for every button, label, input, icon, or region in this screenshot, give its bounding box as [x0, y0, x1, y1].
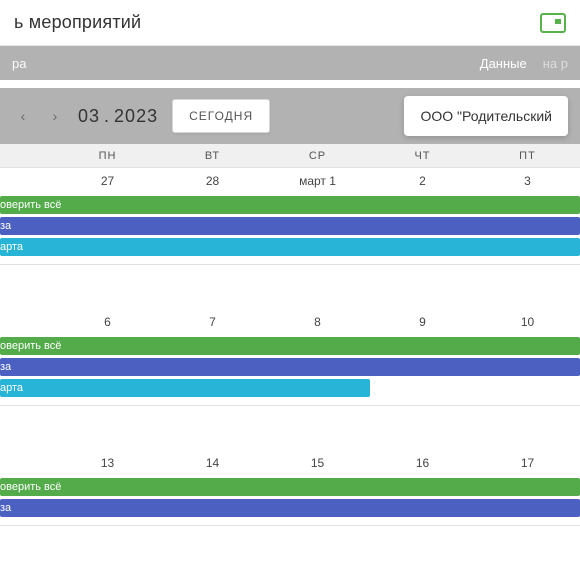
date-cell[interactable]: 27: [55, 174, 160, 188]
date-cell[interactable]: 14: [160, 456, 265, 470]
week-events: оверить всё за арта: [0, 194, 580, 264]
weekday-fri: ПТ: [475, 150, 580, 162]
calendar-week: 2021222324оверить всёза: [0, 525, 580, 580]
current-month-label[interactable]: 03.2023: [78, 106, 158, 127]
date-cell[interactable]: 9: [370, 315, 475, 329]
calendar-week: 678910 оверить всё за арта: [0, 264, 580, 405]
date-row: 1314151617: [0, 450, 580, 476]
calendar-event[interactable]: за: [0, 358, 580, 376]
calendar-event[interactable]: оверить всё: [0, 478, 580, 496]
calendar-week: 1314151617 оверить всё за: [0, 405, 580, 525]
weekday-header-row: ПН ВТ СР ЧТ ПТ: [0, 144, 580, 168]
date-cell[interactable]: 3: [475, 174, 580, 188]
year-number: 2023: [114, 106, 158, 127]
date-cell[interactable]: 8: [265, 315, 370, 329]
date-cell[interactable]: 16: [370, 456, 475, 470]
ribbon-left-fragment: ра: [12, 56, 26, 71]
date-cell[interactable]: 10: [475, 315, 580, 329]
ribbon-range-tab[interactable]: на р: [543, 56, 568, 71]
organization-selector[interactable]: ООО "Родительский: [404, 96, 568, 136]
calendar-week: 2728март 123 оверить всё за арта: [0, 168, 580, 264]
date-cell[interactable]: 28: [160, 174, 265, 188]
date-cell[interactable]: 6: [55, 315, 160, 329]
date-cell[interactable]: 15: [265, 456, 370, 470]
date-cell[interactable]: 2: [370, 174, 475, 188]
weekday-thu: ЧТ: [370, 150, 475, 162]
calendar-event[interactable]: оверить всё: [0, 337, 580, 355]
date-cell[interactable]: 13: [55, 456, 160, 470]
calendar-event[interactable]: за: [0, 217, 580, 235]
weekday-wed: СР: [265, 150, 370, 162]
calendar-view-toggle-icon[interactable]: [540, 13, 566, 33]
date-cell[interactable]: 17: [475, 456, 580, 470]
week-events: оверить всё за: [0, 476, 580, 525]
date-cell[interactable]: март 1: [265, 174, 370, 188]
date-cell[interactable]: 7: [160, 315, 265, 329]
week-events: оверить всё за арта: [0, 335, 580, 405]
calendar-toolbar: ‹ › 03.2023 СЕГОДНЯ ООО "Родительский: [0, 88, 580, 144]
date-row: 678910: [0, 309, 580, 335]
page-header: ь мероприятий: [0, 0, 580, 46]
month-number: 03: [78, 106, 100, 127]
calendar-event[interactable]: арта: [0, 379, 370, 397]
ribbon-data-tab[interactable]: Данные: [480, 56, 527, 71]
calendar-event[interactable]: оверить всё: [0, 196, 580, 214]
page-title: ь мероприятий: [14, 12, 141, 33]
calendar-grid: 2728март 123оверить всёзаарта678910овери…: [0, 168, 580, 580]
calendar-event[interactable]: арта: [0, 238, 580, 256]
today-button[interactable]: СЕГОДНЯ: [172, 99, 270, 133]
weekday-mon: ПН: [55, 150, 160, 162]
calendar-event[interactable]: за: [0, 499, 580, 517]
weekday-tue: ВТ: [160, 150, 265, 162]
view-ribbon: ра Данные на р: [0, 46, 580, 80]
date-row: 2728март 123: [0, 168, 580, 194]
next-month-button[interactable]: ›: [44, 100, 66, 132]
prev-month-button[interactable]: ‹: [12, 100, 34, 132]
